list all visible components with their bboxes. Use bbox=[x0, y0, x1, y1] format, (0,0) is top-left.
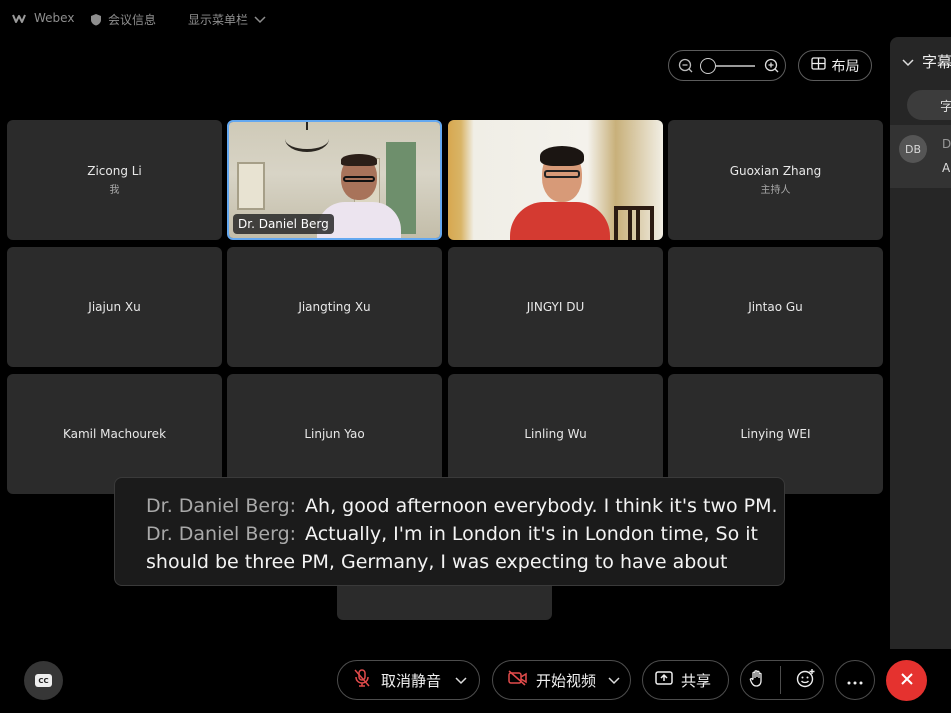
more-icon bbox=[847, 671, 863, 689]
caption-line: Dr. Daniel Berg: Ah, good afternoon every… bbox=[146, 492, 784, 520]
participant-name: Guoxian Zhang bbox=[729, 164, 822, 178]
shield-icon bbox=[90, 13, 102, 26]
participant-tile-jintao-gu[interactable]: Jintao Gu bbox=[668, 247, 883, 367]
panel-header[interactable]: 字幕 bbox=[902, 51, 951, 72]
participant-name-tag: Dr. Daniel Berg bbox=[233, 214, 334, 234]
transcript-entry[interactable]: DB D A bbox=[890, 125, 951, 188]
participant-name: Jiajun Xu bbox=[88, 300, 141, 314]
more-options-button[interactable] bbox=[835, 660, 875, 700]
show-menu-button[interactable]: 显示菜单栏 bbox=[188, 11, 266, 28]
closed-captions-overlay: Dr. Daniel Berg: Ah, good afternoon every… bbox=[114, 477, 785, 586]
zoom-in-icon[interactable] bbox=[764, 58, 780, 78]
person-hair bbox=[341, 154, 377, 166]
chevron-down-icon[interactable] bbox=[902, 53, 914, 71]
chevron-down-icon bbox=[254, 15, 266, 24]
share-screen-icon bbox=[655, 670, 673, 690]
video-feed bbox=[448, 120, 663, 240]
webex-logo-icon bbox=[12, 13, 28, 24]
participant-tile-jiangting-xu[interactable]: Jiangting Xu bbox=[227, 247, 442, 367]
cc-icon: CC bbox=[35, 674, 52, 687]
caption-speaker: Dr. Daniel Berg: bbox=[146, 495, 297, 517]
avatar: DB bbox=[899, 135, 927, 163]
leave-meeting-button[interactable] bbox=[886, 660, 927, 701]
zoom-control bbox=[668, 50, 786, 81]
raise-hand-icon[interactable] bbox=[749, 669, 765, 692]
divider bbox=[779, 666, 781, 694]
participant-tile-linjun-yao[interactable]: Linjun Yao bbox=[227, 374, 442, 494]
caption-line: should be three PM, Germany, I was expec… bbox=[146, 548, 784, 576]
layout-button[interactable]: 布局 bbox=[798, 50, 872, 81]
app-name: Webex bbox=[34, 11, 75, 25]
app-brand: Webex bbox=[12, 11, 74, 25]
caption-line: Dr. Daniel Berg: Actually, I'm in London … bbox=[146, 520, 784, 548]
layout-label: 布局 bbox=[831, 58, 860, 75]
person-glasses bbox=[343, 176, 375, 182]
unmute-label: 取消静音 bbox=[381, 671, 442, 690]
participant-role: 主持人 bbox=[760, 185, 791, 196]
participant-role: 我 bbox=[109, 185, 120, 196]
closed-captions-button[interactable]: CC bbox=[24, 661, 63, 700]
meeting-info-label: 会议信息 bbox=[108, 13, 157, 27]
caption-speaker: Dr. Daniel Berg: bbox=[146, 523, 297, 545]
participant-tile-jingyi-du[interactable]: JINGYI DU bbox=[448, 247, 663, 367]
participant-name: Linjun Yao bbox=[304, 427, 365, 441]
participant-tile-active-speaker[interactable]: Dr. Daniel Berg bbox=[227, 120, 442, 240]
person-hair bbox=[540, 146, 584, 166]
emoji-reaction-icon[interactable] bbox=[796, 668, 816, 692]
participant-tile-partial[interactable] bbox=[337, 586, 552, 620]
participant-name: Linying WEI bbox=[740, 427, 811, 441]
zoom-slider-handle[interactable] bbox=[700, 58, 716, 74]
transcript-speaker: D bbox=[942, 137, 951, 151]
caption-text: should be three PM, Germany, I was expec… bbox=[146, 551, 728, 573]
caption-text: Actually, I'm in London it's in London t… bbox=[305, 523, 758, 545]
participant-tile-zicong-li[interactable]: Zicong Li 我 bbox=[7, 120, 222, 240]
start-video-button[interactable]: 开始视频 bbox=[492, 660, 631, 700]
microphone-muted-icon bbox=[353, 668, 371, 692]
reactions-group bbox=[740, 660, 824, 700]
participant-tile-linying-wei[interactable]: Linying WEI bbox=[668, 374, 883, 494]
background-chair bbox=[614, 206, 654, 240]
chevron-down-icon[interactable] bbox=[608, 671, 620, 689]
transcript-text: A bbox=[942, 161, 951, 175]
participant-name: Zicong Li bbox=[87, 164, 142, 178]
person-body bbox=[510, 202, 610, 240]
panel-title: 字幕 bbox=[922, 53, 951, 71]
share-label: 共享 bbox=[681, 671, 712, 690]
chandelier bbox=[285, 126, 329, 152]
panel-tab[interactable]: 字 bbox=[907, 90, 951, 120]
video-off-icon bbox=[508, 670, 528, 690]
participant-name: Jiangting Xu bbox=[298, 300, 371, 314]
zoom-out-icon[interactable] bbox=[678, 58, 694, 78]
participant-tile-jiajun-xu[interactable]: Jiajun Xu bbox=[7, 247, 222, 367]
participant-name: Kamil Machourek bbox=[62, 427, 167, 441]
participant-name: Linling Wu bbox=[524, 427, 587, 441]
participant-tile-kamil-machourek[interactable]: Kamil Machourek bbox=[7, 374, 222, 494]
grid-layout-icon bbox=[810, 57, 826, 74]
meeting-info-button[interactable]: 会议信息 bbox=[90, 11, 156, 28]
title-bar: Webex 会议信息 显示菜单栏 bbox=[0, 0, 951, 38]
show-menu-label: 显示菜单栏 bbox=[188, 13, 249, 27]
close-icon bbox=[900, 671, 914, 690]
captions-side-panel: 字幕 字 DB D A bbox=[890, 37, 951, 649]
caption-text: Ah, good afternoon everybody. I think it… bbox=[305, 495, 778, 517]
start-video-label: 开始视频 bbox=[536, 671, 597, 690]
background-window bbox=[237, 162, 265, 210]
participant-tile-linling-wu[interactable]: Linling Wu bbox=[448, 374, 663, 494]
chevron-down-icon[interactable] bbox=[455, 671, 467, 689]
unmute-button[interactable]: 取消静音 bbox=[337, 660, 480, 700]
person-glasses bbox=[544, 170, 580, 178]
participant-tile-video[interactable] bbox=[448, 120, 663, 240]
participant-name: Jintao Gu bbox=[748, 300, 803, 314]
share-button[interactable]: 共享 bbox=[642, 660, 729, 700]
participant-tile-guoxian-zhang[interactable]: Guoxian Zhang 主持人 bbox=[668, 120, 883, 240]
participant-name: JINGYI DU bbox=[526, 300, 585, 314]
